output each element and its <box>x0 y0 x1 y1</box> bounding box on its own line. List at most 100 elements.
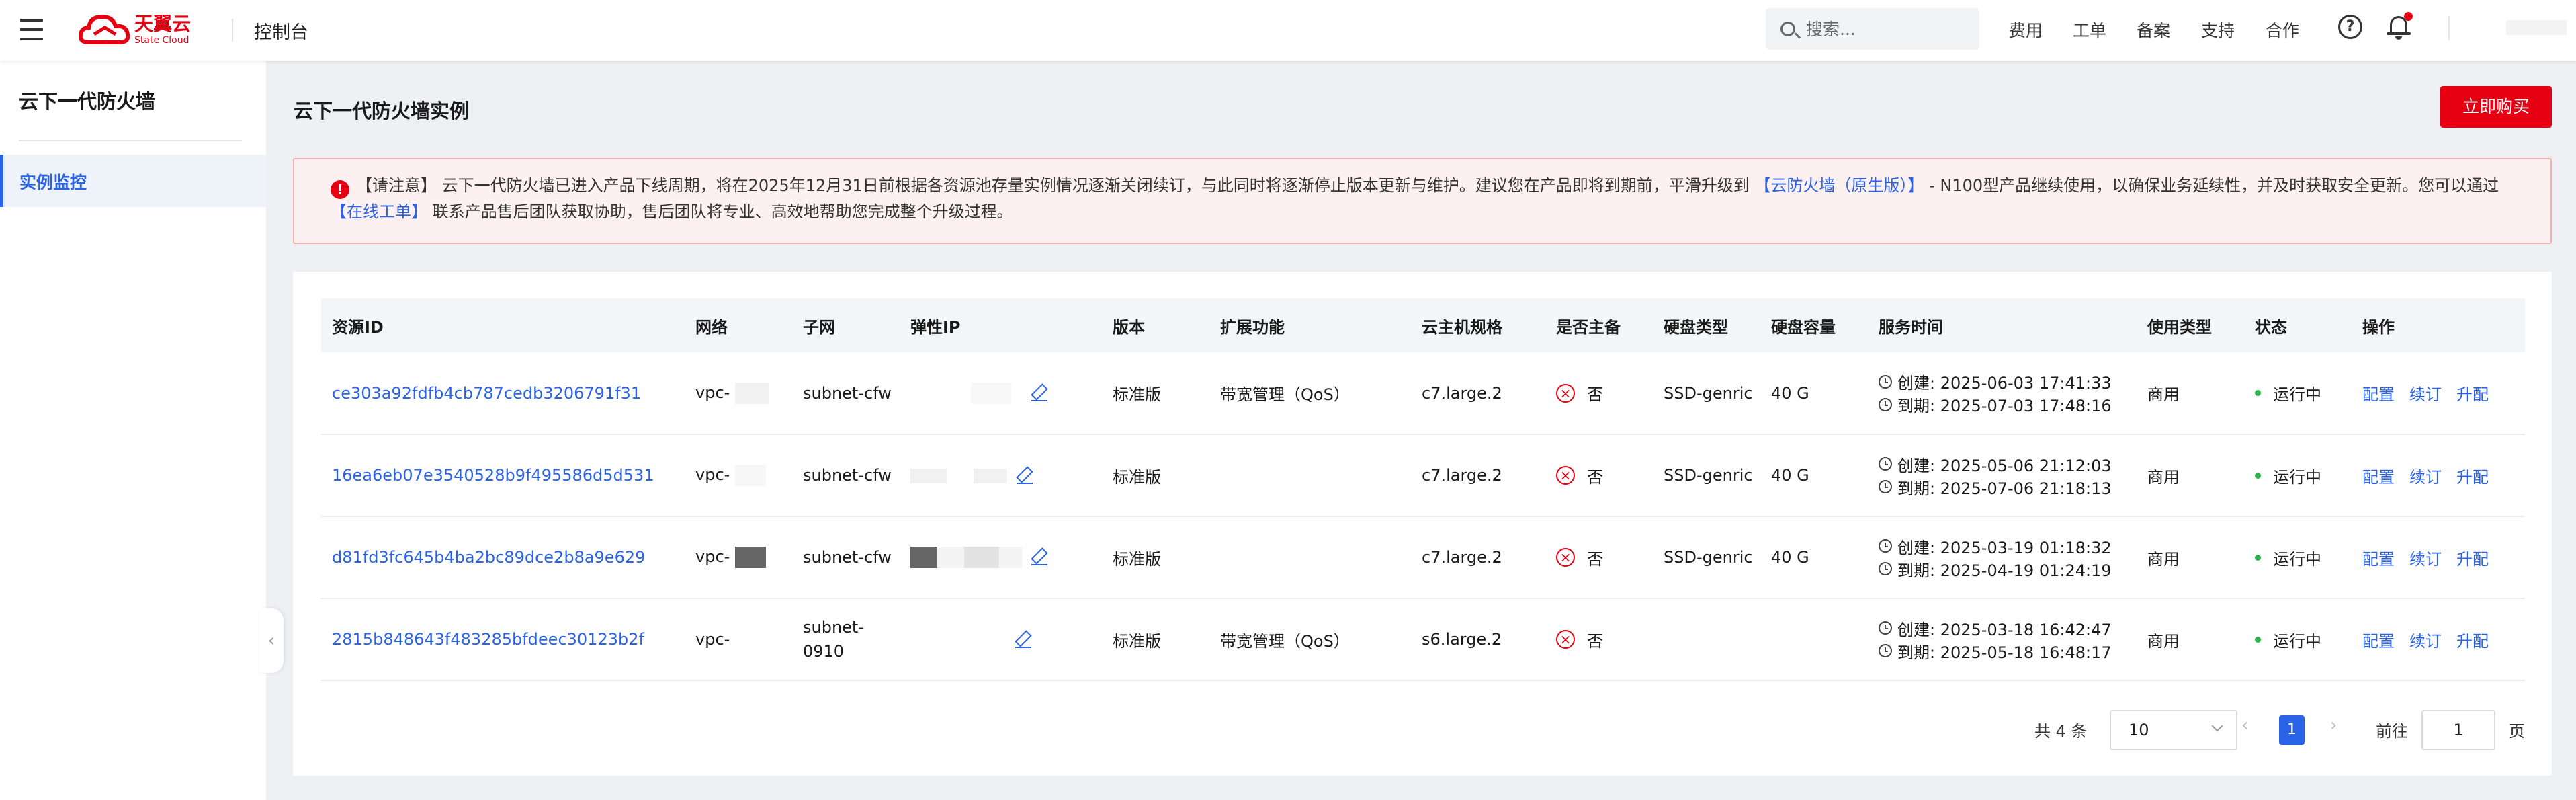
status-text: 运行中 <box>2273 467 2321 487</box>
table-row: 2815b848643f483285bfdeec30123b2f vpc- su… <box>321 598 2525 680</box>
logo[interactable]: 天翼云 State Cloud <box>79 9 191 50</box>
notification-dot <box>2404 12 2413 21</box>
resource-id-link[interactable]: d81fd3fc645b4ba2bc89dce2b8a9e629 <box>321 516 685 598</box>
close-circle-icon: × <box>1556 548 1575 567</box>
prev-page-button[interactable]: ‹ <box>2241 715 2248 735</box>
clock-icon <box>1879 562 1892 575</box>
expire-time: 到期: 2025-07-06 21:18:13 <box>1897 479 2112 498</box>
page-1-button[interactable]: 1 <box>2279 715 2305 745</box>
table-row: 16ea6eb07e3540528b9f495586d5d531 vpc- su… <box>321 434 2525 516</box>
vpc-cell: vpc- <box>695 630 730 649</box>
resource-id-link[interactable]: 2815b848643f483285bfdeec30123b2f <box>321 598 685 680</box>
instance-table: 资源ID 网络 子网 弹性IP 版本 扩展功能 云主机规格 是否主备 硬盘类型 … <box>321 298 2525 681</box>
upgrade-link[interactable]: 升配 <box>2456 550 2489 569</box>
upgrade-link[interactable]: 升配 <box>2456 468 2489 487</box>
renew-link[interactable]: 续订 <box>2409 468 2442 487</box>
resource-id-link[interactable]: ce303a92fdfb4cb787cedb3206791f31 <box>321 352 685 434</box>
column-header: 网络 <box>695 317 728 337</box>
notice-text: 联系产品售后团队获取协助，售后团队将专业、高效地帮助您完成整个升级过程。 <box>427 202 1013 221</box>
goto-page-input[interactable]: 1 <box>2421 710 2495 750</box>
help-icon[interactable]: ? <box>2338 15 2362 39</box>
renew-link[interactable]: 续订 <box>2409 550 2442 569</box>
page-size-select[interactable]: 10 <box>2110 710 2237 750</box>
usage-cell: 商用 <box>2147 385 2180 404</box>
upgrade-link[interactable]: 【云防火墙（原生版）】 <box>1754 176 1924 195</box>
edit-icon[interactable] <box>1031 549 1047 565</box>
renew-link[interactable]: 续订 <box>2409 632 2442 651</box>
redacted-ip <box>964 547 999 568</box>
column-header: 服务时间 <box>1879 317 1943 337</box>
collapse-sidebar-button[interactable]: ‹ <box>259 608 284 673</box>
edit-icon[interactable] <box>1031 385 1047 401</box>
redacted-value <box>734 382 769 404</box>
upgrade-link[interactable]: 升配 <box>2456 632 2489 651</box>
edit-icon[interactable] <box>1017 468 1033 484</box>
column-header: 硬盘容量 <box>1771 317 1836 337</box>
status-text: 运行中 <box>2273 385 2321 404</box>
user-account[interactable] <box>2506 20 2567 35</box>
nav-tickets[interactable]: 工单 <box>2073 17 2106 42</box>
config-link[interactable]: 配置 <box>2362 632 2395 651</box>
config-link[interactable]: 配置 <box>2362 550 2395 569</box>
column-header: 是否主备 <box>1556 317 1621 337</box>
redacted-ip <box>974 469 1007 483</box>
spec-cell: c7.large.2 <box>1422 383 1502 403</box>
resource-id-link[interactable]: 16ea6eb07e3540528b9f495586d5d531 <box>321 434 685 516</box>
console-link[interactable]: 控制台 <box>254 17 308 44</box>
vpc-cell: vpc- <box>695 383 730 402</box>
subnet-cell: subnet-cfw <box>803 383 892 403</box>
column-header: 扩展功能 <box>1220 317 1285 337</box>
version-cell: 标准版 <box>1113 467 1161 487</box>
usage-cell: 商用 <box>2147 631 2180 651</box>
ticket-link[interactable]: 【在线工单】 <box>331 202 427 221</box>
notice-text: 【请注意】 云下一代防火墙已进入产品下线周期，将在2025年12月31日前根据各… <box>356 176 1755 195</box>
nav-support[interactable]: 支持 <box>2201 17 2235 42</box>
menu-icon[interactable] <box>20 19 43 40</box>
redacted-ip <box>971 382 1011 404</box>
created-time: 创建: 2025-03-19 01:18:32 <box>1897 538 2112 557</box>
column-header: 资源ID <box>332 317 384 337</box>
renew-link[interactable]: 续订 <box>2409 385 2442 404</box>
config-link[interactable]: 配置 <box>2362 468 2395 487</box>
close-circle-icon: × <box>1556 466 1575 485</box>
search-input[interactable] <box>1806 16 1967 42</box>
edit-icon[interactable] <box>1015 632 1031 648</box>
clock-icon <box>1879 374 1892 389</box>
chevron-down-icon <box>2211 720 2223 732</box>
disk-type-cell <box>1653 598 1760 680</box>
nav-partner[interactable]: 合作 <box>2266 17 2299 42</box>
instance-table-card: 资源ID 网络 子网 弹性IP 版本 扩展功能 云主机规格 是否主备 硬盘类型 … <box>293 272 2552 776</box>
extension-cell <box>1209 516 1411 598</box>
column-header: 操作 <box>2362 317 2395 337</box>
sidebar-item-instance-monitor[interactable]: 实例监控 <box>0 155 266 207</box>
bell-icon[interactable] <box>2387 12 2413 40</box>
config-link[interactable]: 配置 <box>2362 385 2395 404</box>
expire-time: 到期: 2025-05-18 16:48:17 <box>1897 643 2112 662</box>
disk-size-cell: 40 G <box>1771 383 1809 403</box>
close-circle-icon: × <box>1556 383 1575 403</box>
next-page-button[interactable]: › <box>2330 715 2337 735</box>
extension-cell: 带宽管理（QoS） <box>1220 385 1350 404</box>
ha-cell: 否 <box>1587 631 1603 651</box>
sidebar: 云下一代防火墙 实例监控 <box>0 61 266 800</box>
disk-type-cell: SSD-genric <box>1664 466 1753 485</box>
ha-cell: 否 <box>1587 549 1603 569</box>
upgrade-link[interactable]: 升配 <box>2456 385 2489 404</box>
clock-icon <box>1879 644 1892 657</box>
buy-now-button[interactable]: 立即购买 <box>2440 86 2552 128</box>
table-row: d81fd3fc645b4ba2bc89dce2b8a9e629 vpc- su… <box>321 516 2525 598</box>
version-cell: 标准版 <box>1113 549 1161 569</box>
status-dot <box>2255 472 2261 479</box>
spec-cell: s6.large.2 <box>1422 630 1502 649</box>
nav-filing[interactable]: 备案 <box>2137 17 2170 42</box>
sidebar-item-label: 实例监控 <box>19 173 87 192</box>
nav-fees[interactable]: 费用 <box>2009 17 2043 42</box>
column-header: 子网 <box>803 317 835 337</box>
subnet-cell: subnet-cfw <box>803 466 892 485</box>
search-box[interactable] <box>1766 8 1979 50</box>
usage-cell: 商用 <box>2147 467 2180 487</box>
created-time: 创建: 2025-06-03 17:41:33 <box>1897 374 2112 393</box>
subnet-cell: subnet-cfw <box>803 548 892 567</box>
divider <box>232 19 233 42</box>
version-cell: 标准版 <box>1113 385 1161 404</box>
